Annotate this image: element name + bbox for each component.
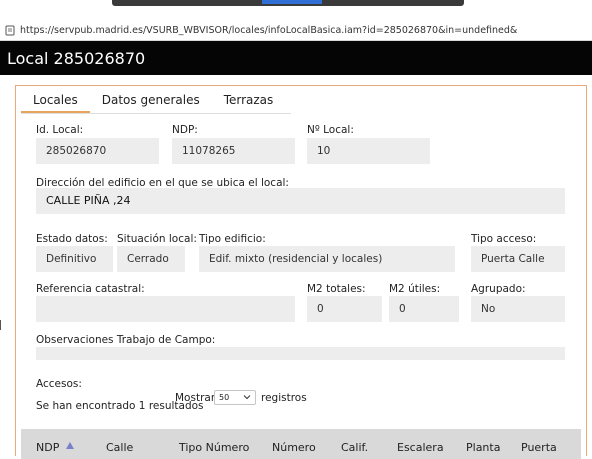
agrupado-field: No	[471, 296, 565, 322]
column-header-numero[interactable]: Número	[272, 441, 316, 454]
page-size-select[interactable]: 50	[214, 390, 256, 405]
n-local-field: 10	[307, 138, 430, 164]
chevron-down-icon	[243, 395, 251, 400]
id-local-field: 285026870	[36, 138, 159, 164]
referencia-catastral-label: Referencia catastral:	[36, 283, 145, 295]
browser-top-strip	[0, 0, 592, 20]
local-info-panel: Locales Datos generales Terrazas Id. Loc…	[15, 85, 587, 459]
tipo-acceso-field: Puerta Calle	[471, 246, 565, 272]
column-header-tipo-numero[interactable]: Tipo Número	[179, 441, 249, 454]
column-header-calif[interactable]: Calif.	[341, 441, 368, 454]
tipo-edificio-label: Tipo edificio:	[199, 233, 266, 245]
tipo-edificio-field: Edif. mixto (residencial y locales)	[199, 246, 455, 272]
show-label: Mostrar	[175, 392, 216, 404]
tab-terrazas[interactable]: Terrazas	[212, 91, 286, 111]
referencia-catastral-field	[36, 296, 295, 322]
m2-utiles-field: 0	[389, 296, 459, 322]
accesos-table-header: NDP Calle Tipo Número Número Calif. Esca…	[21, 429, 581, 459]
m2-totales-label: M2 totales:	[307, 283, 366, 295]
situacion-local-label: Situación local:	[117, 233, 197, 245]
m2-totales-field: 0	[307, 296, 382, 322]
tab-bar: Locales Datos generales Terrazas	[21, 91, 285, 113]
url-text[interactable]: https://servpub.madrid.es/VSURB_WBVISOR/…	[20, 25, 517, 36]
column-header-ndp[interactable]: NDP	[36, 441, 59, 454]
estado-datos-label: Estado datos:	[36, 233, 108, 245]
observaciones-label: Observaciones Trabajo de Campo:	[36, 334, 216, 346]
sort-asc-icon[interactable]	[65, 441, 75, 451]
agrupado-label: Agrupado:	[471, 283, 526, 295]
m2-utiles-label: M2 útiles:	[389, 283, 441, 295]
address-bar[interactable]: https://servpub.madrid.es/VSURB_WBVISOR/…	[0, 20, 592, 41]
records-label: registros	[261, 392, 307, 404]
page-size-value: 50	[219, 393, 230, 402]
column-header-puerta[interactable]: Puerta	[521, 441, 557, 454]
page-icon	[5, 25, 15, 35]
browser-toolbar-highlight	[262, 0, 322, 4]
ndp-label: NDP:	[172, 124, 198, 136]
accesos-heading: Accesos:	[36, 378, 82, 390]
tab-divider	[21, 113, 291, 114]
page-title: Local 285026870	[7, 48, 146, 68]
column-header-escalera[interactable]: Escalera	[397, 441, 444, 454]
situacion-local-field: Cerrado	[117, 246, 185, 272]
column-header-planta[interactable]: Planta	[466, 441, 500, 454]
observaciones-field	[36, 347, 565, 360]
direccion-field: CALLE PIÑA ,24	[36, 188, 565, 214]
id-local-label: Id. Local:	[36, 124, 84, 136]
left-edge-marker	[0, 320, 4, 330]
tab-locales[interactable]: Locales	[21, 91, 90, 113]
title-bar: Local 285026870	[0, 41, 592, 75]
n-local-label: Nº Local:	[307, 124, 354, 136]
estado-datos-field: Definitivo	[36, 246, 113, 272]
tab-datos-generales[interactable]: Datos generales	[90, 91, 212, 111]
column-header-calle[interactable]: Calle	[106, 441, 133, 454]
tipo-acceso-label: Tipo acceso:	[471, 233, 537, 245]
ndp-field: 11078265	[172, 138, 295, 164]
